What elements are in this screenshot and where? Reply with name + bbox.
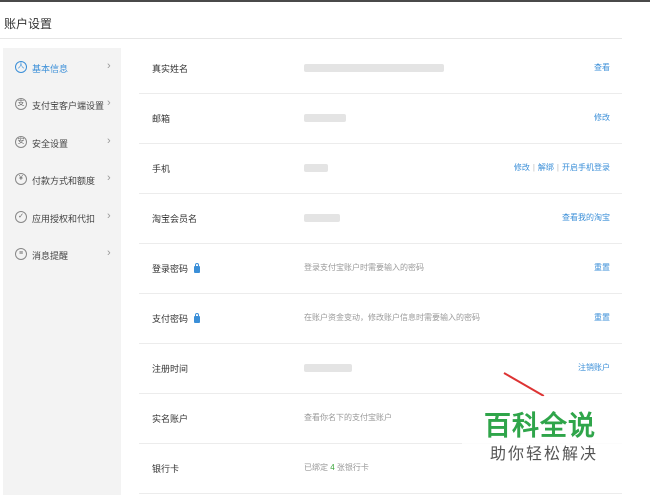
enable-phone-login-button[interactable]: 开启手机登录 xyxy=(562,163,610,172)
row-real-name: 真实姓名 查看 xyxy=(139,44,622,94)
modify-button[interactable]: 修改 xyxy=(594,113,610,122)
chevron-right-icon: › xyxy=(107,172,111,184)
row-taobao-name: 淘宝会员名 查看我的淘宝 xyxy=(139,194,622,244)
lock-icon xyxy=(194,263,201,273)
chevron-right-icon: › xyxy=(107,97,111,109)
sidebar-item-app-authorization[interactable]: ✓ 应用授权和代扣 › xyxy=(3,208,121,228)
bank-card-prefix: 已绑定 xyxy=(304,463,328,472)
row-actions: 查看 xyxy=(594,62,610,73)
redacted-value xyxy=(304,164,328,172)
separator: | xyxy=(556,163,559,172)
modify-button[interactable]: 修改 xyxy=(514,163,530,172)
row-label: 真实姓名 xyxy=(152,64,189,74)
reset-button[interactable]: 重置 xyxy=(594,263,610,272)
row-actions: 修改 | 解绑 | 开启手机登录 xyxy=(514,162,610,173)
redacted-value xyxy=(304,214,340,222)
row-payment-password: 支付密码 在账户资金变动，修改账户信息时需要输入的密码 重置 xyxy=(139,294,622,344)
sidebar-item-label: 付款方式和额度 xyxy=(32,176,96,186)
row-actions: 重置 xyxy=(594,312,610,323)
row-label: 支付密码 xyxy=(152,312,201,325)
unbind-button[interactable]: 解绑 xyxy=(538,163,554,172)
title-divider xyxy=(0,38,622,39)
sidebar-item-payment-methods[interactable]: ¥ 付款方式和额度 › xyxy=(3,170,121,190)
row-label-text: 登录密码 xyxy=(152,264,189,274)
page-title: 账户设置 xyxy=(4,17,53,31)
row-value: 在账户资金变动，修改账户信息时需要输入的密码 xyxy=(304,313,480,322)
row-label: 银行卡 xyxy=(152,464,180,474)
view-button[interactable]: 查看 xyxy=(594,63,610,72)
yuan-icon: ¥ xyxy=(15,173,27,185)
chevron-right-icon: › xyxy=(107,210,111,222)
sidebar-item-security[interactable]: 安 安全设置 › xyxy=(3,133,121,153)
row-label: 手机 xyxy=(152,164,171,174)
chevron-right-icon: › xyxy=(107,247,111,259)
sidebar-item-notifications[interactable]: ≡ 消息提醒 › xyxy=(3,245,121,265)
view-my-taobao-button[interactable]: 查看我的淘宝 xyxy=(562,213,610,222)
chevron-right-icon: › xyxy=(107,135,111,147)
watermark-subtitle: 助你轻松解决 xyxy=(490,446,599,463)
sidebar-item-label: 消息提醒 xyxy=(32,251,69,261)
row-value: 登录支付宝账户时需要输入的密码 xyxy=(304,263,424,272)
sidebar-item-label: 基本信息 xyxy=(32,64,69,74)
sidebar-item-basic-info[interactable]: 人 基本信息 › xyxy=(3,58,121,78)
row-label: 邮箱 xyxy=(152,114,171,124)
row-registration-time: 注册时间 注销账户 xyxy=(139,344,622,394)
bank-card-count: 4 xyxy=(330,463,335,472)
row-actions: 查看我的淘宝 xyxy=(562,212,610,223)
lock-icon xyxy=(194,313,201,323)
user-icon: 人 xyxy=(15,61,27,73)
watermark: 百科全说 助你轻松解决 xyxy=(462,396,632,472)
row-label: 登录密码 xyxy=(152,262,201,275)
sidebar-item-label: 应用授权和代扣 xyxy=(32,214,96,224)
row-value: 查看你名下的支付宝账户 xyxy=(304,413,392,422)
row-email: 邮箱 修改 xyxy=(139,94,622,144)
row-login-password: 登录密码 登录支付宝账户时需要输入的密码 重置 xyxy=(139,244,622,294)
row-label: 淘宝会员名 xyxy=(152,214,198,224)
row-label: 实名账户 xyxy=(152,414,189,424)
separator: | xyxy=(532,163,535,172)
sidebar-item-label: 支付宝客户端设置 xyxy=(32,101,105,111)
row-value: 已绑定 4 张银行卡 xyxy=(304,462,369,473)
top-border xyxy=(0,0,650,2)
redacted-value xyxy=(304,364,352,372)
reset-button[interactable]: 重置 xyxy=(594,313,610,322)
check-icon: ✓ xyxy=(15,211,27,223)
redacted-value xyxy=(304,64,444,72)
sidebar: 人 基本信息 › 支 支付宝客户端设置 › 安 安全设置 › ¥ 付款方式和额度… xyxy=(3,48,121,495)
row-actions: 重置 xyxy=(594,262,610,273)
chevron-right-icon: › xyxy=(107,60,111,72)
shield-icon: 安 xyxy=(15,136,27,148)
watermark-title: 百科全说 xyxy=(484,411,596,441)
sidebar-item-label: 安全设置 xyxy=(32,139,69,149)
redacted-value xyxy=(304,114,346,122)
row-actions: 修改 xyxy=(594,112,610,123)
row-label-text: 支付密码 xyxy=(152,314,189,324)
row-phone: 手机 修改 | 解绑 | 开启手机登录 xyxy=(139,144,622,194)
sidebar-item-client-settings[interactable]: 支 支付宝客户端设置 › xyxy=(3,95,121,115)
app-icon: 支 xyxy=(15,98,27,110)
message-icon: ≡ xyxy=(15,248,27,260)
row-label: 注册时间 xyxy=(152,364,189,374)
bank-card-suffix: 张银行卡 xyxy=(336,463,369,472)
close-account-button[interactable]: 注销账户 xyxy=(578,363,610,372)
row-actions: 注销账户 xyxy=(578,362,610,373)
